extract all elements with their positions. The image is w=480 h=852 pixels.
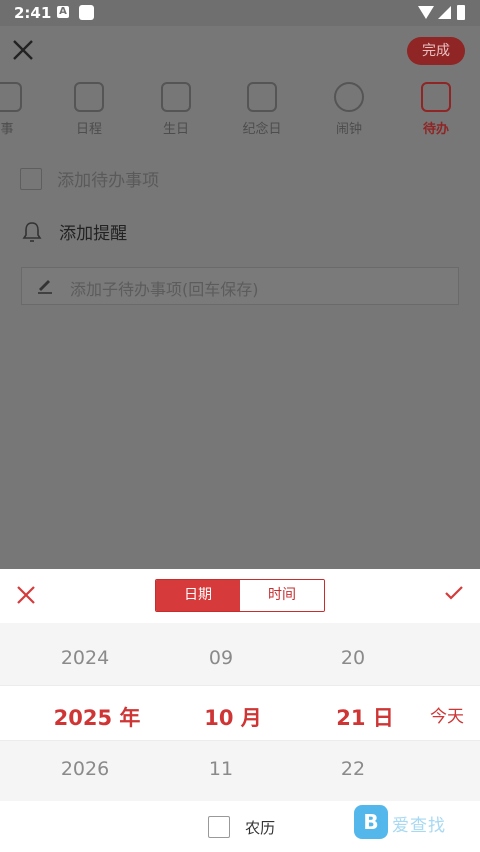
notification-square-icon [79, 5, 94, 20]
memo-icon [0, 82, 22, 112]
add-reminder-row[interactable]: 添加提醒 [22, 219, 127, 244]
tab-label: 生日 [162, 122, 189, 137]
year-option[interactable]: 2024 [40, 647, 130, 669]
signal-icon [438, 6, 451, 19]
tab-label: 闹钟 [335, 122, 362, 137]
tab-alarm[interactable]: 闹钟 [314, 82, 384, 137]
lunar-checkbox[interactable] [208, 816, 230, 838]
wifi-icon [418, 6, 434, 19]
status-bar: 2:41 A [0, 0, 480, 26]
tab-label: 事 [0, 122, 14, 137]
day-option[interactable]: 20 [322, 647, 384, 669]
done-button[interactable]: 完成 [407, 37, 465, 65]
schedule-icon [74, 82, 104, 112]
date-picker-sheet: 日期 时间 2024 2025 年 2026 09 10 月 11 20 21 … [0, 569, 480, 852]
todo-title-row[interactable]: 添加待办事项 [20, 166, 159, 191]
anniversary-icon [247, 82, 277, 112]
todo-checkbox[interactable] [20, 167, 42, 190]
day-option[interactable]: 22 [322, 758, 384, 780]
confirm-check-icon[interactable] [443, 583, 465, 603]
pencil-icon [38, 280, 52, 294]
tab-schedule[interactable]: 日程 [54, 82, 124, 137]
add-reminder-label: 添加提醒 [59, 224, 128, 244]
todo-list-icon [421, 82, 451, 112]
month-selected[interactable]: 10 月 [183, 702, 283, 732]
gift-icon [161, 82, 191, 112]
month-option[interactable]: 11 [190, 758, 252, 780]
cancel-icon[interactable] [15, 584, 37, 606]
lunar-toggle[interactable]: 农历 [208, 816, 275, 838]
year-selected[interactable]: 2025 年 [42, 702, 152, 732]
tab-label: 日程 [75, 122, 102, 137]
segment-time-button[interactable]: 时间 [240, 580, 324, 611]
alarm-icon [334, 82, 364, 112]
month-option[interactable]: 09 [190, 647, 252, 669]
watermark-text: 爱查找 [392, 816, 446, 836]
lunar-label: 农历 [245, 818, 276, 837]
tab-anniversary[interactable]: 纪念日 [227, 82, 297, 137]
notification-a-icon: A [57, 6, 69, 18]
tab-memo[interactable]: 事 [0, 82, 42, 137]
bell-icon [22, 221, 42, 242]
todo-title-input[interactable]: 添加待办事项 [57, 171, 159, 191]
watermark-logo-icon: B [354, 805, 388, 839]
subtask-placeholder: 添加子待办事项(回车保存) [70, 280, 259, 299]
battery-icon [457, 5, 465, 20]
todo-editor-page: 完成 事 日程 生日 纪念日 闹钟 待办 添加待办事项 添加提醒 添加子待办事项… [0, 26, 480, 569]
day-selected[interactable]: 21 日 [315, 702, 415, 732]
type-tabs: 事 日程 生日 纪念日 闹钟 待办 [0, 82, 480, 144]
subtask-input[interactable]: 添加子待办事项(回车保存) [21, 267, 459, 305]
segment-date-button[interactable]: 日期 [156, 580, 240, 611]
tab-label: 纪念日 [242, 122, 282, 137]
tab-todo[interactable]: 待办 [401, 82, 471, 137]
tab-label: 待办 [422, 122, 449, 137]
watermark: B 爱查找 [354, 805, 450, 839]
year-option[interactable]: 2026 [40, 758, 130, 780]
close-icon[interactable] [10, 37, 36, 63]
date-wheel-picker[interactable]: 2024 2025 年 2026 09 10 月 11 20 21 日 22 今… [0, 623, 480, 801]
today-button[interactable]: 今天 [430, 702, 464, 727]
date-time-segment: 日期 时间 [155, 579, 325, 612]
tab-birthday[interactable]: 生日 [141, 82, 211, 137]
status-time: 2:41 [14, 4, 52, 22]
